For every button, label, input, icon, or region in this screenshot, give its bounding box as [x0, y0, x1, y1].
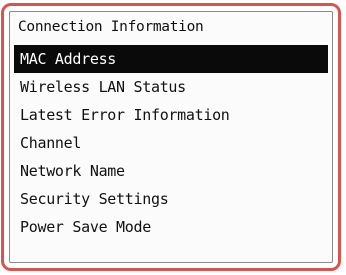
screen-title: Connection Information [18, 19, 204, 35]
menu-list: MAC Address Wireless LAN Status Latest E… [14, 45, 328, 241]
panel-frame: Connection Information MAC Address Wirel… [1, 3, 341, 271]
menu-item-label: Network Name [20, 162, 125, 180]
menu-item-mac-address[interactable]: MAC Address [14, 45, 328, 73]
menu-item-latest-error-information[interactable]: Latest Error Information [14, 101, 328, 129]
menu-item-label: MAC Address [20, 50, 117, 68]
menu-item-channel[interactable]: Channel [14, 129, 328, 157]
menu-item-label: Wireless LAN Status [20, 78, 186, 96]
menu-item-security-settings[interactable]: Security Settings [14, 185, 328, 213]
menu-item-wireless-lan-status[interactable]: Wireless LAN Status [14, 73, 328, 101]
menu-item-label: Power Save Mode [20, 218, 151, 236]
menu-item-label: Latest Error Information [20, 106, 230, 124]
menu-item-power-save-mode[interactable]: Power Save Mode [14, 213, 328, 241]
menu-item-network-name[interactable]: Network Name [14, 157, 328, 185]
menu-item-label: Channel [20, 134, 82, 152]
menu-item-label: Security Settings [20, 190, 169, 208]
lcd-screen: Connection Information MAC Address Wirel… [9, 11, 333, 263]
